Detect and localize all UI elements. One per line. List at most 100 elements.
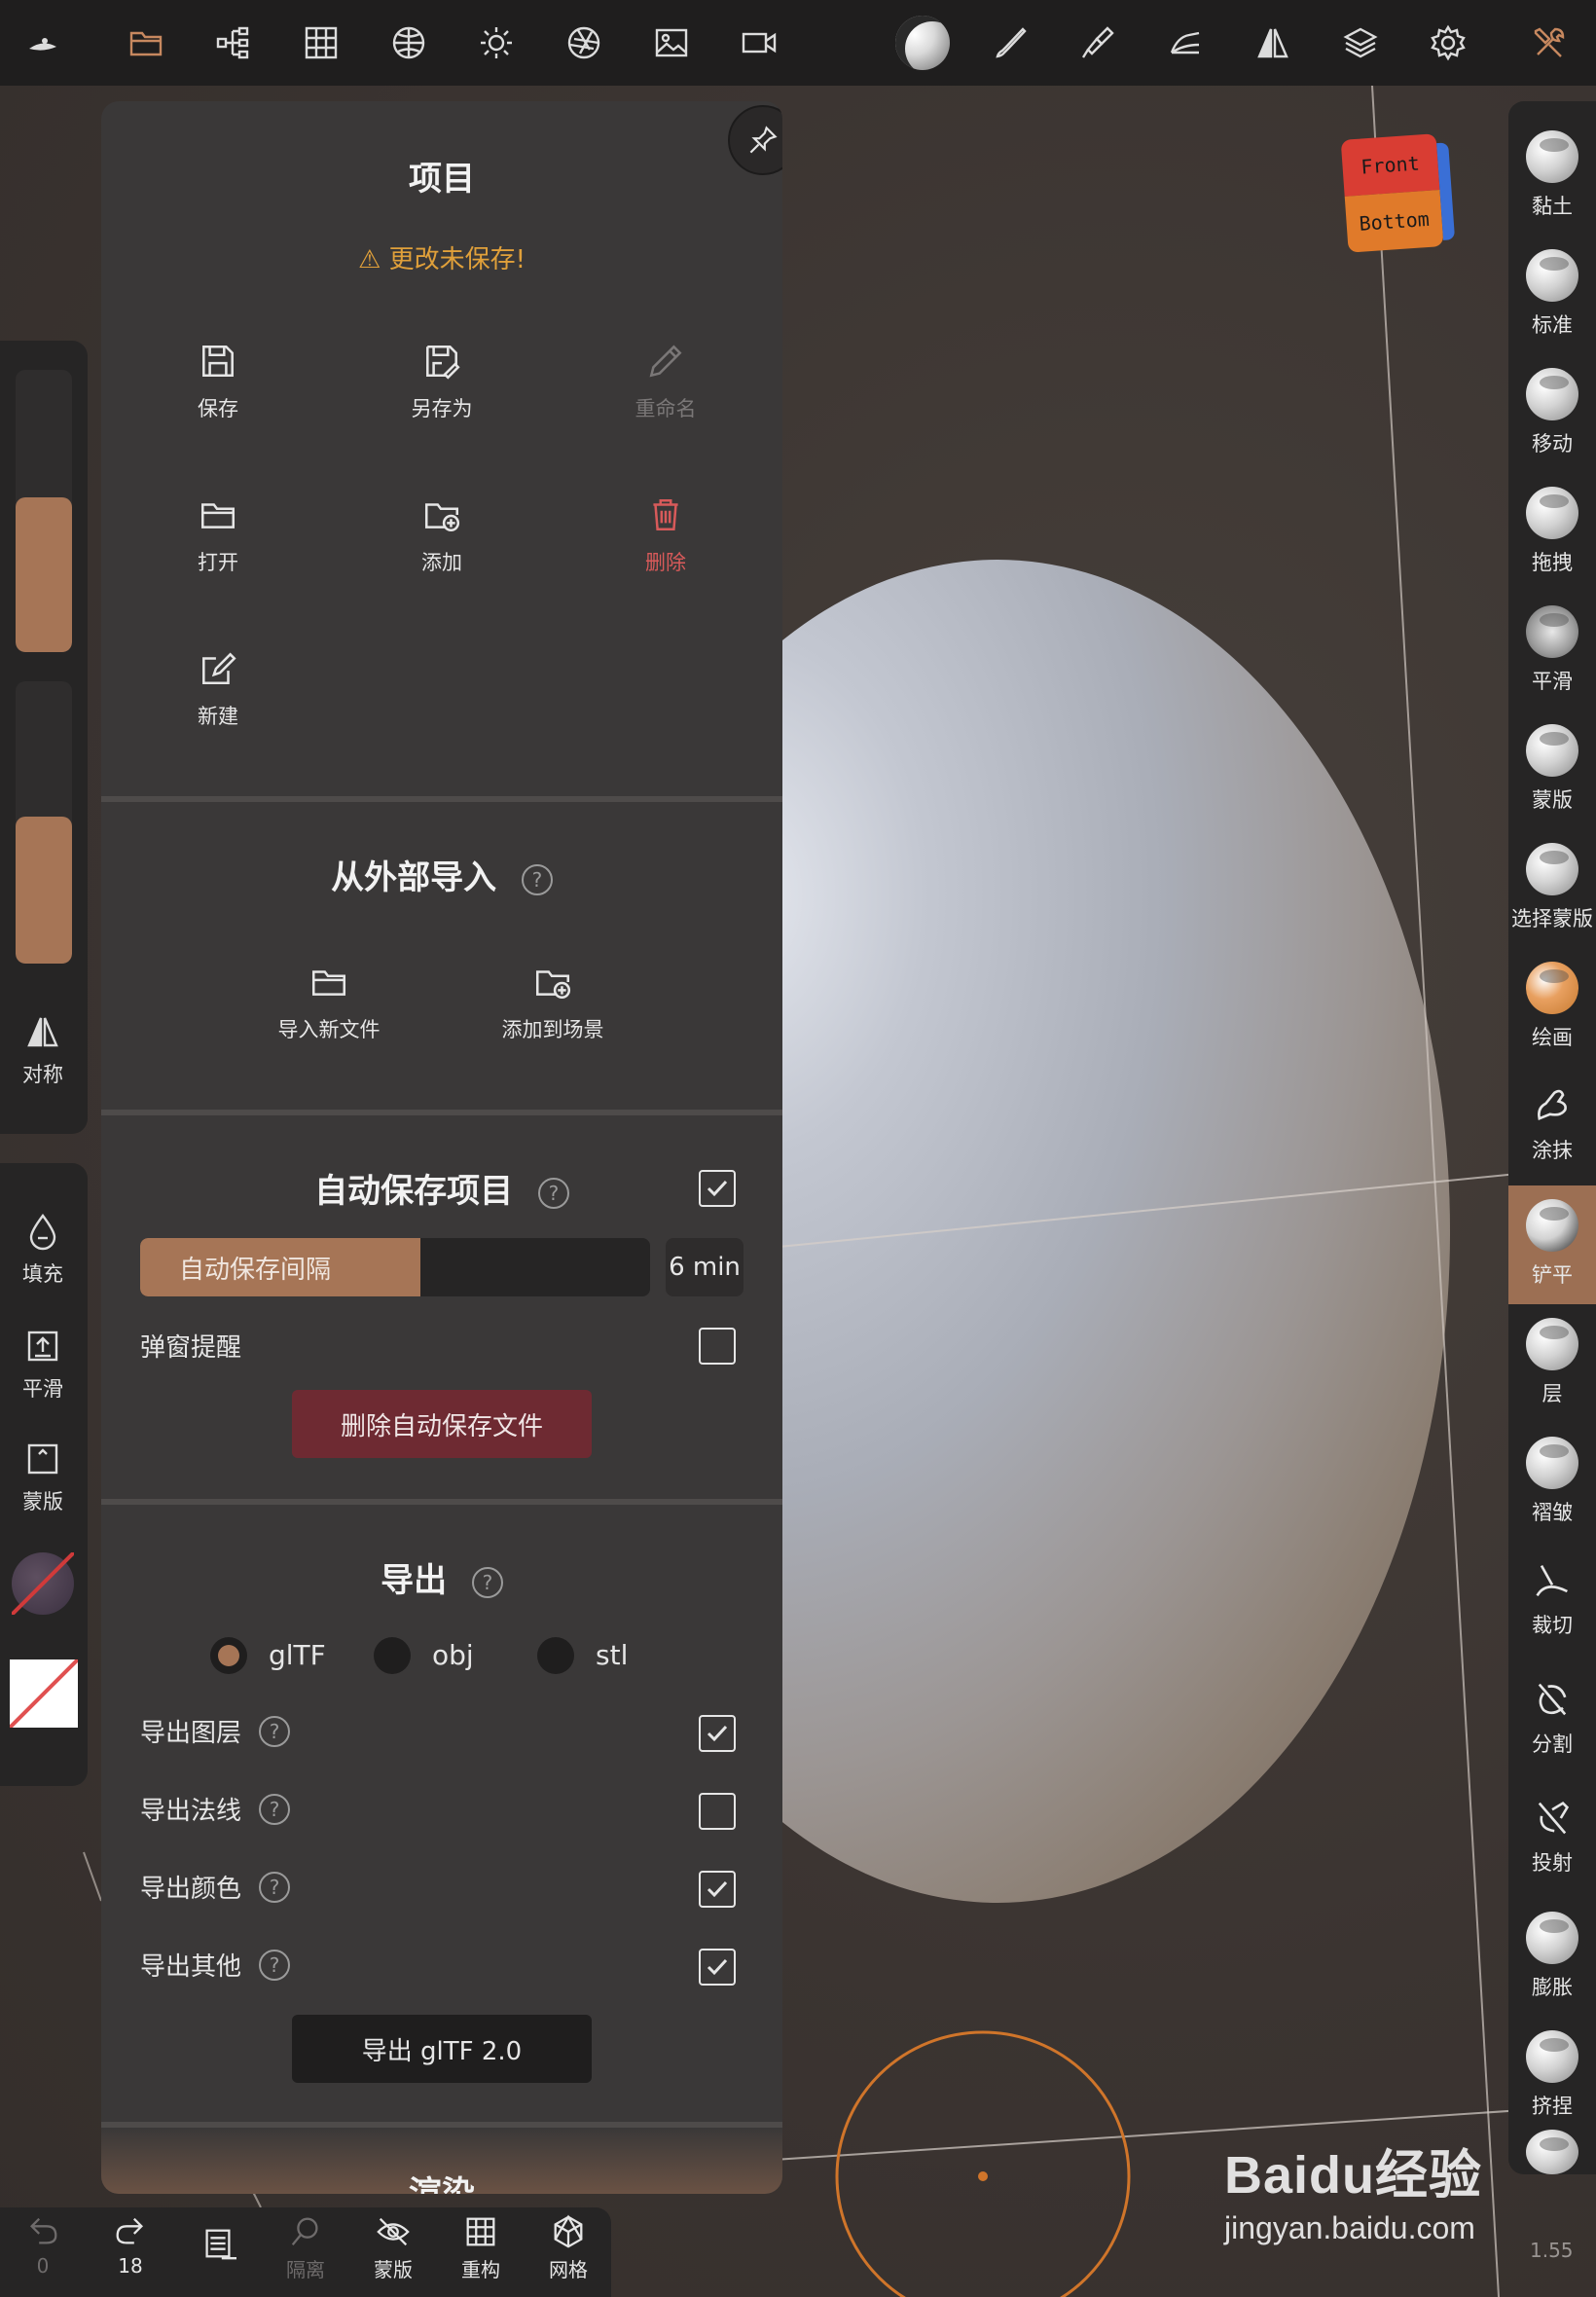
save-as-label: 另存为 xyxy=(411,397,473,420)
left-tools-panel: 填充 平滑 蒙版 xyxy=(0,1163,88,1786)
undo-button[interactable]: 0 xyxy=(4,2213,82,2278)
tool-label: 分割 xyxy=(1532,1732,1573,1756)
popup-reminder-checkbox[interactable] xyxy=(699,1328,736,1365)
brush-icon[interactable] xyxy=(981,14,1039,72)
autosave-interval-value[interactable]: 6 min xyxy=(666,1238,744,1296)
rename-label: 重命名 xyxy=(635,397,697,420)
history-button[interactable] xyxy=(179,2225,257,2262)
import-help-icon[interactable]: ? xyxy=(521,863,553,895)
folder-add-icon xyxy=(424,503,460,532)
new-button[interactable]: 新建 xyxy=(121,648,315,730)
tool-smooth[interactable]: 平滑 xyxy=(1508,592,1596,711)
hierarchy-icon[interactable] xyxy=(204,14,263,72)
tool-flatten[interactable]: 铲平 xyxy=(1508,1185,1596,1304)
paint-icon[interactable] xyxy=(1069,14,1127,72)
logo-icon[interactable] xyxy=(14,14,72,72)
symmetry-label: 对称 xyxy=(22,1063,63,1086)
autosave-interval-slider[interactable]: 自动保存间隔 xyxy=(140,1238,650,1296)
remesh-button[interactable]: 重构 xyxy=(442,2213,520,2282)
matcap-icon[interactable] xyxy=(893,14,952,72)
tool-paint[interactable]: 绘画 xyxy=(1508,948,1596,1067)
unsaved-warning-text: 更改未保存! xyxy=(388,245,526,274)
export-colors-checkbox[interactable] xyxy=(699,1871,736,1908)
save-button[interactable]: 保存 xyxy=(121,341,315,422)
color-swatch[interactable] xyxy=(8,1658,80,1730)
export-colors-help-icon[interactable]: ? xyxy=(259,1871,291,1903)
hand-stroke-icon[interactable] xyxy=(1156,14,1215,72)
export-other-checkbox[interactable] xyxy=(699,1949,736,1986)
tool-crease[interactable]: 褶皱 xyxy=(1508,1423,1596,1542)
fill-label: 填充 xyxy=(22,1262,63,1286)
visibility-mask-button[interactable]: 蒙版 xyxy=(354,2213,432,2282)
popup-reminder-row: 弹窗提醒 xyxy=(140,1328,241,1364)
autosave-help-icon[interactable]: ? xyxy=(537,1177,569,1209)
export-normals-help-icon[interactable]: ? xyxy=(259,1793,291,1825)
brush-intensity-slider[interactable] xyxy=(16,681,72,964)
brush-radius-slider[interactable] xyxy=(16,370,72,652)
export-other-help-icon[interactable]: ? xyxy=(259,1949,291,1981)
mask-button[interactable]: 蒙版 xyxy=(0,1440,86,1515)
gear-icon[interactable] xyxy=(1419,14,1477,72)
layer-brush-icon xyxy=(1526,1318,1578,1370)
format-radio-obj[interactable] xyxy=(374,1637,411,1674)
open-button[interactable]: 打开 xyxy=(121,494,315,576)
tool-inflate[interactable]: 膨胀 xyxy=(1508,1898,1596,2017)
tool-drag[interactable]: 拖拽 xyxy=(1508,473,1596,592)
smooth-button[interactable]: 平滑 xyxy=(0,1327,86,1403)
autosave-checkbox[interactable] xyxy=(699,1170,736,1207)
format-radio-gltf[interactable] xyxy=(210,1637,247,1674)
import-new-file-button[interactable]: 导入新文件 xyxy=(232,962,426,1043)
image-icon[interactable] xyxy=(642,14,701,72)
tool-more[interactable] xyxy=(1508,2116,1596,2174)
folder-icon[interactable] xyxy=(117,14,175,72)
export-help-icon[interactable]: ? xyxy=(471,1566,503,1598)
layers-icon[interactable] xyxy=(1331,14,1390,72)
format-radio-stl[interactable] xyxy=(537,1637,574,1674)
tools-icon[interactable] xyxy=(1520,14,1578,72)
save-as-button[interactable]: 另存为 xyxy=(345,341,539,422)
rename-button[interactable]: 重命名 xyxy=(568,341,763,422)
top-toolbar xyxy=(0,0,1596,86)
history-list-icon xyxy=(205,2229,236,2260)
video-icon[interactable] xyxy=(730,14,788,72)
isolate-button[interactable]: 隔离 xyxy=(267,2213,345,2282)
tool-label: 褶皱 xyxy=(1532,1501,1573,1524)
symmetry-button[interactable]: 对称 xyxy=(0,1012,86,1088)
view-cube-front-face[interactable]: Front xyxy=(1340,133,1440,197)
add-button[interactable]: 添加 xyxy=(345,494,539,576)
delete-autosave-button[interactable]: 删除自动保存文件 xyxy=(292,1390,592,1458)
view-cube[interactable]: Front Bottom xyxy=(1340,132,1457,264)
aperture-icon[interactable] xyxy=(555,14,613,72)
tool-move[interactable]: 移动 xyxy=(1508,354,1596,473)
grid-icon[interactable] xyxy=(292,14,350,72)
material-swatch[interactable] xyxy=(10,1550,76,1617)
sun-icon[interactable] xyxy=(467,14,526,72)
tool-select-mask[interactable]: 选择蒙版 xyxy=(1508,829,1596,948)
export-layers-help-icon[interactable]: ? xyxy=(259,1715,291,1747)
delete-autosave-label: 删除自动保存文件 xyxy=(340,1411,543,1441)
tool-layer[interactable]: 层 xyxy=(1508,1304,1596,1423)
tool-standard[interactable]: 标准 xyxy=(1508,236,1596,354)
export-layers-checkbox[interactable] xyxy=(699,1715,736,1752)
export-normals-checkbox[interactable] xyxy=(699,1793,736,1830)
brush-radius-slider-fill xyxy=(16,496,72,652)
sphere-grid-icon[interactable] xyxy=(380,14,438,72)
export-button[interactable]: 导出 glTF 2.0 xyxy=(292,2015,592,2083)
wireframe-button[interactable]: 网格 xyxy=(529,2213,607,2282)
redo-button[interactable]: 18 xyxy=(91,2213,169,2278)
symmetry-icon[interactable] xyxy=(1244,14,1302,72)
tool-split[interactable]: 分割 xyxy=(1508,1660,1596,1779)
tool-mask[interactable]: 蒙版 xyxy=(1508,711,1596,829)
delete-button[interactable]: 删除 xyxy=(568,494,763,576)
add-to-scene-button[interactable]: 添加到场景 xyxy=(455,962,650,1043)
fill-button[interactable]: 填充 xyxy=(0,1212,86,1288)
view-cube-bottom-face[interactable]: Bottom xyxy=(1344,190,1444,253)
tool-smudge[interactable]: 涂抹 xyxy=(1508,1067,1596,1185)
undo-icon xyxy=(29,2217,57,2244)
tool-project[interactable]: 投射 xyxy=(1508,1779,1596,1898)
tool-clay[interactable]: 黏土 xyxy=(1508,117,1596,236)
left-sliders-panel: 对称 xyxy=(0,341,88,1134)
export-normals-label: 导出法线 xyxy=(140,1797,242,1826)
tool-trim[interactable]: 裁切 xyxy=(1508,1542,1596,1660)
export-option-row: 导出颜色 ? xyxy=(140,1869,291,1905)
